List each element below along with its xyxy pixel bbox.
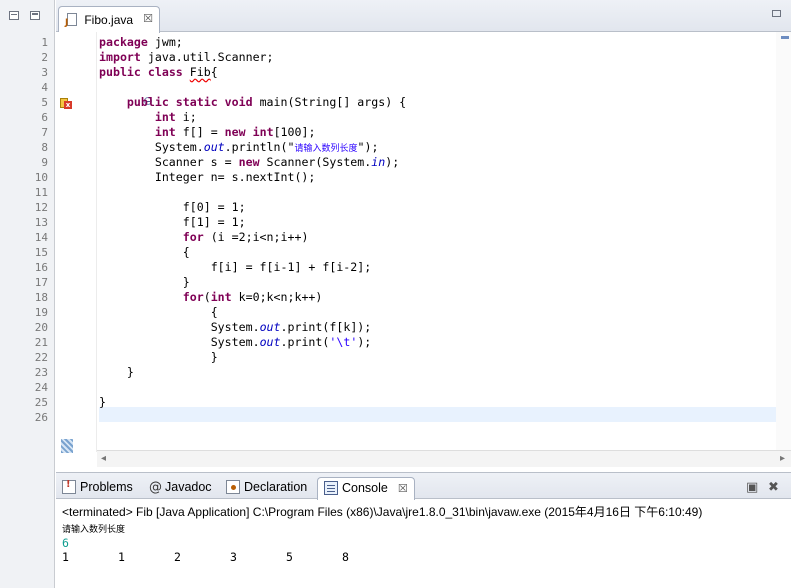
- line-number: 5: [41, 96, 48, 109]
- editor-tab-fibo[interactable]: J Fibo.java ☒: [58, 6, 160, 33]
- code-line: public class Fib{: [99, 65, 218, 79]
- code-line: for(int k=0;k<n;k++): [182, 290, 323, 304]
- java-file-icon: J: [65, 12, 78, 28]
- code-line: public static void main(String[] args) {: [126, 95, 407, 109]
- code-line: {: [210, 305, 218, 319]
- line-number: 9: [41, 156, 48, 169]
- editor-area: J Fibo.java ☒ x 1 2 3 4 5 6 7 8 9 10 11 12 13 14 15 16 1…: [35, 0, 791, 467]
- line-number: 20: [34, 321, 48, 334]
- console-header: <terminated> Fib [Java Application] C:\P…: [62, 505, 703, 519]
- line-number: 22: [34, 351, 48, 364]
- maximize-icon[interactable]: [30, 11, 40, 20]
- result-value: 8: [342, 550, 349, 564]
- line-number: 8: [41, 141, 48, 154]
- maximize-editor-icon[interactable]: [772, 10, 781, 17]
- line-number: 1: [41, 36, 48, 49]
- line-number: 2: [41, 51, 48, 64]
- code-editor[interactable]: package jwm; import java.util.Scanner; p…: [99, 32, 779, 452]
- code-line: System.out.print('\t');: [210, 335, 372, 349]
- cursor-line-marker-icon: [61, 439, 73, 453]
- code-line: int i;: [154, 110, 197, 124]
- tab-javadoc[interactable]: @ Javadoc: [149, 477, 212, 499]
- code-line: f[i] = f[i-1] + f[i-2];: [210, 260, 372, 274]
- line-number-gutter: x: [56, 32, 97, 453]
- result-value: 2: [174, 550, 181, 564]
- line-number: 16: [34, 261, 48, 274]
- result-value: 1: [62, 550, 69, 564]
- declaration-icon: [226, 479, 240, 494]
- problems-icon: [62, 479, 76, 494]
- code-line: Scanner s = new Scanner(System.in);: [154, 155, 400, 169]
- line-number: 4: [41, 81, 48, 94]
- code-line: }: [182, 275, 190, 289]
- line-number: 12: [34, 201, 48, 214]
- bottom-panel: Problems @Javadoc Declaration Console ☒ ▣…: [56, 472, 791, 588]
- line-number: 21: [34, 336, 48, 349]
- tab-javadoc-label: Javadoc: [165, 480, 212, 494]
- line-number: 7: [41, 126, 48, 139]
- code-line: int f[] = new int[100];: [154, 125, 316, 139]
- warning-error-marker-icon[interactable]: x: [60, 98, 72, 110]
- code-line: Integer n= s.nextInt();: [154, 170, 316, 184]
- overview-ruler-mark[interactable]: [781, 36, 789, 39]
- tab-console-label: Console: [342, 481, 388, 495]
- line-number: 19: [34, 306, 48, 319]
- javadoc-at-icon: @: [149, 479, 162, 495]
- code-line: System.out.print(f[k]);: [210, 320, 372, 334]
- code-line: f[1] = 1;: [182, 215, 246, 229]
- code-line: }: [99, 395, 106, 409]
- console-icon: [324, 480, 338, 495]
- line-number: 18: [34, 291, 48, 304]
- line-number: 11: [34, 186, 48, 199]
- tab-declaration[interactable]: Declaration: [226, 477, 307, 499]
- code-line: }: [210, 350, 218, 364]
- scroll-left-icon[interactable]: ◂: [101, 453, 106, 464]
- result-value: 1: [118, 550, 125, 564]
- line-number: 10: [34, 171, 48, 184]
- console-prompt-line: 请输入数列长度: [62, 525, 126, 535]
- scroll-right-icon[interactable]: ▸: [780, 453, 785, 464]
- close-icon[interactable]: ☒: [143, 12, 153, 25]
- line-number: 23: [34, 366, 48, 379]
- result-value: 5: [286, 550, 293, 564]
- panel-tab-bar: Problems @Javadoc Declaration Console ☒ ▣…: [56, 473, 791, 500]
- result-value: 3: [230, 550, 237, 564]
- line-number: 3: [41, 66, 48, 79]
- tab-problems-label: Problems: [80, 480, 133, 494]
- line-number: 26: [34, 411, 48, 424]
- clear-console-icon[interactable]: ▣: [746, 479, 758, 495]
- close-icon[interactable]: ☒: [398, 483, 408, 495]
- line-number: 24: [34, 381, 48, 394]
- editor-tab-label: Fibo.java: [84, 12, 134, 27]
- remove-launch-icon[interactable]: ✖: [768, 479, 779, 495]
- overview-ruler[interactable]: [776, 32, 791, 452]
- line-number: 17: [34, 276, 48, 289]
- line-number: 6: [41, 111, 48, 124]
- code-line: package jwm;: [99, 35, 183, 49]
- minimize-icon[interactable]: [9, 11, 19, 20]
- tab-problems[interactable]: Problems: [62, 477, 133, 499]
- tab-declaration-label: Declaration: [244, 480, 308, 494]
- code-line: {: [182, 245, 190, 259]
- code-line: for (i =2;i<n;i++): [182, 230, 309, 244]
- code-line: import java.util.Scanner;: [99, 50, 274, 64]
- horizontal-scrollbar[interactable]: ◂ ▸: [97, 450, 791, 467]
- line-number: 15: [34, 246, 48, 259]
- line-number: 25: [34, 396, 48, 409]
- code-line: }: [126, 365, 134, 379]
- line-number: 13: [34, 216, 48, 229]
- line-number: 14: [34, 231, 48, 244]
- tab-console[interactable]: Console ☒: [317, 477, 415, 500]
- console-input-line: 6: [62, 536, 69, 550]
- editor-tab-bar: J Fibo.java ☒: [56, 0, 791, 33]
- code-line: System.out.println("请输入数列长度");: [154, 140, 379, 154]
- code-line: f[0] = 1;: [182, 200, 246, 214]
